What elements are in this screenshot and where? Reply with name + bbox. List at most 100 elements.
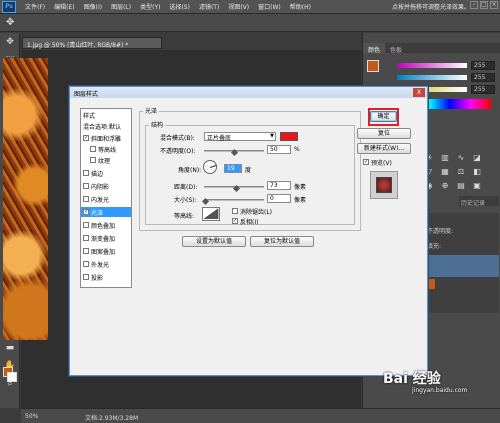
window-controls: – □ × (470, 1, 498, 9)
style-item-pattern-overlay[interactable]: 图案叠加 (83, 246, 115, 256)
style-checkbox-stroke[interactable] (83, 170, 89, 176)
watermark-url: jingyan.baidu.com (412, 387, 468, 394)
style-item-bevel[interactable]: ✓ 斜面和浮雕 (83, 133, 121, 143)
move-tool-icon[interactable]: ✥ (2, 35, 18, 49)
menu-edit[interactable]: 编辑(E) (54, 2, 74, 11)
menu-file[interactable]: 文件(F) (25, 2, 45, 11)
color-slider-b-value[interactable]: 255 (471, 85, 495, 94)
distance-label: 距离(D): (174, 184, 198, 191)
style-checkbox-contour[interactable] (90, 146, 96, 152)
autumn-leaves-image (3, 58, 48, 340)
style-checkbox-outer-glow[interactable] (83, 261, 89, 267)
move-tool-icon[interactable]: ✥ (6, 17, 18, 29)
style-item-stroke[interactable]: 描边 (83, 168, 103, 178)
satin-color-swatch[interactable] (280, 132, 298, 141)
invert-icon[interactable]: ▣ (471, 181, 483, 191)
structure-title: 结构 (149, 120, 166, 129)
style-item-texture[interactable]: 纹理 (90, 155, 110, 165)
menu-view[interactable]: 视图(V) (228, 2, 249, 11)
style-item-outer-glow[interactable]: 外发光 (83, 259, 109, 269)
bw-icon[interactable]: ◧ (471, 167, 483, 177)
angle-needle (209, 164, 217, 168)
minimize-icon[interactable]: – (470, 1, 478, 9)
curves-icon[interactable]: ∿ (455, 153, 467, 163)
style-checkbox-texture[interactable] (90, 157, 96, 163)
document-tab[interactable]: 1.jpg @ 50% (青山红叶, RGB/8#) * (22, 37, 162, 49)
angle-unit: 度 (245, 167, 252, 174)
reset-default-button[interactable]: 复位为默认值 (250, 236, 314, 247)
color-slider-r-value[interactable]: 255 (471, 61, 495, 70)
style-checkbox-satin[interactable]: ✓ (83, 209, 89, 215)
contour-label: 等高线: (174, 213, 195, 220)
invert-option[interactable]: ✓ 反相(I) (232, 216, 258, 226)
lookup-icon[interactable]: ▤ (455, 181, 467, 191)
balance-icon[interactable]: ⚖ (455, 167, 467, 177)
set-default-button[interactable]: 设置为默认值 (182, 236, 246, 247)
background-color[interactable] (7, 372, 17, 382)
color-slider-g-value[interactable]: 255 (471, 73, 495, 82)
angle-input[interactable]: 19 (224, 164, 242, 173)
size-input[interactable]: 0 (267, 194, 291, 203)
style-checkbox-inner-shadow[interactable] (83, 183, 89, 189)
menu-select[interactable]: 选择(S) (169, 2, 190, 11)
style-item-color-overlay[interactable]: 颜色叠加 (83, 220, 115, 230)
menu-image[interactable]: 图像(I) (84, 2, 102, 11)
color-slider-g[interactable] (397, 75, 467, 80)
preview-checkbox[interactable]: ✓ (363, 159, 369, 165)
style-item-gradient-overlay[interactable]: 渐变叠加 (83, 233, 115, 243)
levels-icon[interactable]: ▥ (439, 153, 451, 163)
style-checkbox-gradient-overlay[interactable] (83, 235, 89, 241)
opacity-unit: % (294, 146, 300, 153)
style-preview (370, 171, 398, 199)
style-checkbox-drop-shadow[interactable] (83, 274, 89, 280)
tab-color[interactable]: 颜色 (363, 43, 386, 54)
menu-layer[interactable]: 图层(L) (111, 2, 131, 11)
style-item-contour[interactable]: 等高线 (90, 144, 116, 154)
options-bar: ✥ (0, 14, 500, 32)
angle-dial[interactable] (203, 160, 217, 174)
size-label: 大小(S): (174, 197, 197, 204)
style-item-drop-shadow[interactable]: 投影 (83, 272, 103, 282)
invert-checkbox[interactable]: ✓ (232, 218, 238, 224)
menu-type[interactable]: 类型(Y) (140, 2, 160, 11)
blend-mode-select[interactable]: 正片叠底 ▼ (204, 132, 276, 142)
style-checkbox-pattern-overlay[interactable] (83, 248, 89, 254)
tab-history[interactable]: 历史记录 (459, 196, 499, 207)
tab-swatches[interactable]: 色板 (385, 43, 407, 54)
baidu-watermark: Bai 经验 (383, 371, 441, 387)
blend-options-item[interactable]: 混合选项:默认 (83, 122, 121, 131)
preview-option[interactable]: ✓ 预览(V) (363, 157, 392, 167)
color-slider-r[interactable] (397, 63, 467, 68)
contour-curve-icon (203, 208, 219, 220)
menu-window[interactable]: 窗口(W) (258, 2, 281, 11)
new-style-button[interactable]: 新建样式(W)... (357, 143, 411, 154)
style-checkbox-inner-glow[interactable] (83, 196, 89, 202)
panel-foreground-swatch[interactable] (367, 60, 379, 72)
mixer-icon[interactable]: ⊕ (439, 181, 451, 191)
antialias-option[interactable]: 消除锯齿(L) (232, 206, 272, 216)
opacity-input[interactable]: 50 (267, 145, 291, 154)
zoom-level[interactable]: 50% (25, 413, 38, 420)
style-item-inner-glow[interactable]: 内发光 (83, 194, 109, 204)
selected-layer-row[interactable] (423, 255, 499, 277)
size-unit: 像素 (294, 197, 307, 204)
menu-filter[interactable]: 滤镜(T) (199, 2, 219, 11)
close-icon[interactable]: X (413, 88, 425, 97)
distance-input[interactable]: 73 (267, 181, 291, 190)
styles-header[interactable]: 样式 (83, 111, 95, 120)
exposure-icon[interactable]: ◪ (471, 153, 483, 163)
style-checkbox-bevel[interactable]: ✓ (83, 135, 89, 141)
contour-picker[interactable] (202, 207, 220, 221)
menu-help[interactable]: 帮助(H) (290, 2, 311, 11)
maximize-icon[interactable]: □ (480, 1, 488, 9)
reset-button[interactable]: 复位 (357, 128, 411, 139)
hue-icon[interactable]: ▦ (439, 167, 451, 177)
antialias-checkbox[interactable] (232, 208, 238, 214)
style-item-satin[interactable]: ✓ 光泽 (81, 207, 131, 217)
shape-tool-icon[interactable]: ▬ (2, 341, 18, 355)
style-checkbox-color-overlay[interactable] (83, 222, 89, 228)
size-slider[interactable] (204, 199, 264, 201)
style-item-inner-shadow[interactable]: 内阴影 (83, 181, 109, 191)
close-icon[interactable]: × (490, 1, 498, 9)
layer-fill-label: 填充: (427, 243, 442, 250)
